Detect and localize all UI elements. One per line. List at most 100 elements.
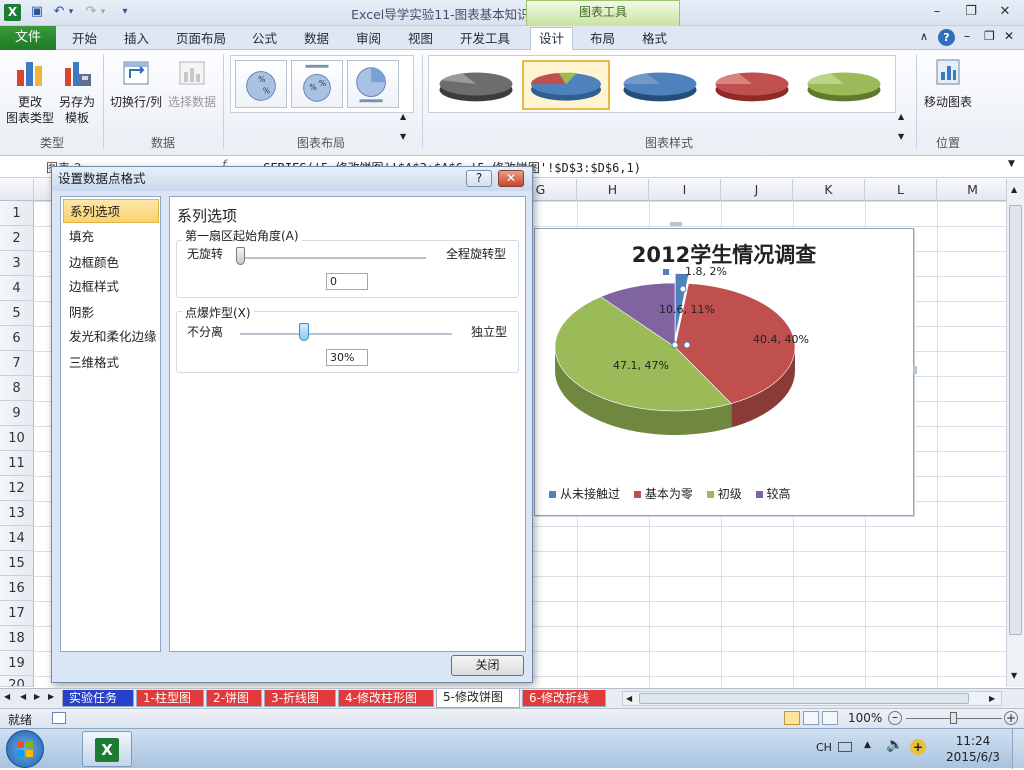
excel-taskbar-button[interactable]: X bbox=[82, 731, 132, 767]
column-header[interactable]: H bbox=[577, 179, 649, 201]
normal-view-icon[interactable] bbox=[784, 711, 800, 725]
zoom-in-icon[interactable]: + bbox=[1004, 711, 1018, 725]
tab-formulas[interactable]: 公式 bbox=[244, 28, 285, 50]
row-header[interactable]: 13 bbox=[0, 501, 34, 526]
row-header[interactable]: 18 bbox=[0, 626, 34, 651]
h-scroll-thumb[interactable] bbox=[639, 693, 969, 704]
nav-border-style[interactable]: 边框样式 bbox=[63, 275, 159, 299]
column-header[interactable]: J bbox=[721, 179, 793, 201]
tab-insert[interactable]: 插入 bbox=[116, 28, 157, 50]
close-window-button[interactable]: ✕ bbox=[992, 2, 1018, 22]
explosion-input[interactable]: 30% bbox=[326, 349, 368, 366]
row-header[interactable]: 7 bbox=[0, 351, 34, 376]
network-icon[interactable]: + bbox=[910, 739, 926, 755]
nav-3d-format[interactable]: 三维格式 bbox=[63, 351, 159, 375]
chart-style-multicolor[interactable] bbox=[522, 60, 610, 110]
vertical-scrollbar[interactable]: ▲ ▼ bbox=[1006, 179, 1024, 687]
column-header[interactable]: M bbox=[937, 179, 1009, 201]
sheet-tab[interactable]: 1-柱型图 bbox=[136, 690, 204, 707]
angle-slider-track[interactable] bbox=[240, 257, 426, 259]
style-gallery-scroll-up-icon[interactable]: ▲ bbox=[898, 112, 904, 121]
row-header[interactable]: 2 bbox=[0, 226, 34, 251]
row-header[interactable]: 6 bbox=[0, 326, 34, 351]
input-language[interactable]: CH bbox=[816, 741, 832, 754]
chart-area[interactable]: 1.8, 2% 40.4, 40% 47.1, 47% 10.6, 11% 2012学… bbox=[534, 228, 914, 516]
volume-icon[interactable]: 🔈 bbox=[886, 737, 903, 753]
column-header[interactable]: I bbox=[649, 179, 721, 201]
minimize-button[interactable]: – bbox=[924, 2, 950, 22]
zoom-level[interactable]: 100% bbox=[848, 711, 882, 725]
clock-date[interactable]: 2015/6/3 bbox=[940, 750, 1006, 764]
explosion-slider-thumb[interactable] bbox=[298, 323, 309, 341]
macro-record-icon[interactable] bbox=[52, 712, 66, 724]
chart-style-red[interactable] bbox=[708, 60, 796, 110]
tab-layout[interactable]: 布局 bbox=[582, 28, 623, 50]
zoom-out-icon[interactable]: – bbox=[888, 711, 902, 725]
tab-design[interactable]: 设计 bbox=[530, 27, 574, 51]
scroll-up-icon[interactable]: ▲ bbox=[1011, 185, 1017, 194]
nav-glow-soft-edges[interactable]: 发光和柔化边缘 bbox=[63, 325, 159, 349]
workbook-restore-icon[interactable]: ❐ bbox=[984, 29, 995, 43]
close-dialog-button[interactable]: 关闭 bbox=[451, 655, 524, 676]
chart-layout-3[interactable] bbox=[347, 60, 399, 108]
tab-page-layout[interactable]: 页面布局 bbox=[168, 28, 234, 50]
dialog-help-button[interactable]: ? bbox=[466, 170, 492, 187]
tray-expand-icon[interactable]: ▲ bbox=[864, 740, 871, 750]
row-header[interactable]: 10 bbox=[0, 426, 34, 451]
angle-slider-thumb[interactable] bbox=[236, 247, 245, 265]
row-header[interactable]: 20 bbox=[0, 676, 34, 687]
change-chart-type-button[interactable]: 更改 图表类型 bbox=[4, 56, 56, 126]
row-header[interactable]: 15 bbox=[0, 551, 34, 576]
last-sheet-icon[interactable]: ▶ bbox=[48, 692, 54, 701]
row-header[interactable]: 3 bbox=[0, 251, 34, 276]
start-button[interactable] bbox=[6, 730, 44, 768]
horizontal-scrollbar[interactable]: ◀ ▶ bbox=[622, 691, 1002, 706]
row-header[interactable]: 16 bbox=[0, 576, 34, 601]
nav-fill[interactable]: 填充 bbox=[63, 225, 159, 249]
row-header[interactable]: 17 bbox=[0, 601, 34, 626]
row-header[interactable]: 19 bbox=[0, 651, 34, 676]
scroll-down-icon[interactable]: ▼ bbox=[1011, 671, 1017, 680]
tab-data[interactable]: 数据 bbox=[296, 28, 337, 50]
scroll-right-icon[interactable]: ▶ bbox=[989, 694, 995, 703]
row-header[interactable]: 1 bbox=[0, 201, 34, 226]
chart-resize-handle[interactable] bbox=[913, 366, 917, 374]
chart-style-gray[interactable] bbox=[432, 60, 520, 110]
column-header[interactable]: K bbox=[793, 179, 865, 201]
switch-row-column-button[interactable]: 切换行/列 bbox=[108, 56, 164, 110]
next-sheet-icon[interactable]: ▶ bbox=[34, 692, 40, 701]
row-header[interactable]: 8 bbox=[0, 376, 34, 401]
explosion-slider-track[interactable] bbox=[240, 333, 452, 335]
chart-title[interactable]: 2012学生情况调查 bbox=[535, 239, 913, 269]
pie-chart[interactable]: 1.8, 2%40.4, 40%47.1, 47%10.6, 11% bbox=[535, 229, 913, 515]
nav-border-color[interactable]: 边框颜色 bbox=[63, 251, 159, 275]
angle-input[interactable]: 0 bbox=[326, 273, 368, 290]
chart-layout-1[interactable]: %% bbox=[235, 60, 287, 108]
sheet-tab[interactable]: 3-折线图 bbox=[264, 690, 336, 707]
sheet-tab[interactable]: 6-修改折线 bbox=[522, 690, 606, 707]
page-break-view-icon[interactable] bbox=[822, 711, 838, 725]
select-all-corner[interactable] bbox=[0, 179, 34, 201]
tab-view[interactable]: 视图 bbox=[400, 28, 441, 50]
sheet-tab[interactable]: 实验任务 bbox=[62, 690, 134, 707]
scroll-thumb[interactable] bbox=[1009, 205, 1022, 635]
sheet-tab[interactable]: 4-修改柱形图 bbox=[338, 690, 434, 707]
chart-resize-handle[interactable] bbox=[670, 222, 682, 226]
sheet-tab-active[interactable]: 5-修改饼图 bbox=[436, 689, 520, 708]
nav-series-options[interactable]: 系列选项 bbox=[63, 199, 159, 223]
tab-file[interactable]: 文件 bbox=[0, 26, 56, 50]
move-chart-button[interactable]: 移动图表 bbox=[920, 56, 976, 110]
chart-style-green[interactable] bbox=[800, 60, 888, 110]
zoom-slider-thumb[interactable] bbox=[950, 712, 957, 724]
workbook-minimize-icon[interactable]: – bbox=[964, 29, 970, 43]
row-header[interactable]: 4 bbox=[0, 276, 34, 301]
tab-home[interactable]: 开始 bbox=[64, 28, 105, 50]
help-icon[interactable]: ? bbox=[938, 29, 955, 46]
select-data-button[interactable]: 选择数据 bbox=[166, 56, 218, 110]
workbook-close-icon[interactable]: ✕ bbox=[1004, 29, 1014, 43]
expand-formula-icon[interactable]: ▼ bbox=[1008, 159, 1015, 169]
tab-developer[interactable]: 开发工具 bbox=[452, 28, 518, 50]
dialog-close-button[interactable]: ✕ bbox=[498, 170, 524, 187]
restore-button[interactable]: ❐ bbox=[958, 2, 984, 22]
page-layout-view-icon[interactable] bbox=[803, 711, 819, 725]
